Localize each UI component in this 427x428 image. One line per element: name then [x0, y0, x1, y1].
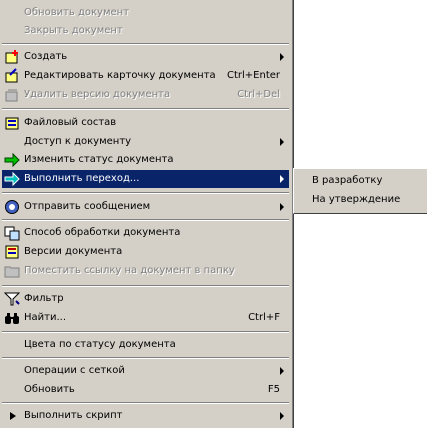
menu-item-label: Способ обработки документа: [24, 227, 181, 238]
folder-link-icon: [4, 266, 20, 278]
menu-item-run-script[interactable]: Выполнить скрипт: [2, 407, 289, 425]
menu-item-find[interactable]: Найти... Ctrl+F: [2, 309, 289, 327]
menu-item-label: Удалить версию документа: [24, 89, 171, 100]
menu-separator: [2, 43, 289, 45]
menu-item-label: Редактировать карточку документа: [24, 70, 216, 81]
transition-submenu: В разработку На утверждение: [293, 168, 427, 214]
delete-version-icon: [5, 89, 18, 102]
menu-item-label: Обновить: [24, 384, 75, 395]
menu-item-label: Фильтр: [24, 293, 64, 304]
menu-item-document-versions[interactable]: Версии документа: [2, 243, 289, 261]
menu-separator: [2, 402, 289, 404]
menu-item-send-message[interactable]: Отправить сообщением: [2, 198, 289, 216]
edit-card-icon: [5, 68, 18, 83]
submenu-arrow-icon: [280, 175, 284, 183]
submenu-arrow-icon: [280, 53, 284, 61]
menu-separator: [2, 285, 289, 287]
menu-item-shortcut: Ctrl+Del: [237, 89, 280, 100]
menu-item-shortcut: Ctrl+F: [248, 312, 280, 323]
menu-item-delete-version: Удалить версию документа Ctrl+Del: [2, 86, 289, 104]
submenu-arrow-icon: [280, 412, 284, 420]
submenu-item-to-development[interactable]: В разработку: [312, 175, 382, 186]
submenu-arrow-icon: [280, 138, 284, 146]
new-document-icon: [5, 50, 18, 64]
menu-separator: [2, 108, 289, 110]
menu-item-label: Поместить ссылку на документ в папку: [24, 265, 235, 276]
versions-icon: [5, 245, 19, 259]
menu-item-label: Доступ к документу: [24, 136, 132, 147]
menu-item-label: Найти...: [24, 312, 67, 323]
menu-item-processing-method[interactable]: Способ обработки документа: [2, 224, 289, 242]
menu-item-label: Выполнить скрипт: [24, 410, 123, 421]
menu-item-status-colors[interactable]: Цвета по статусу документа: [2, 336, 289, 354]
menu-item-close-document: Закрыть документ: [2, 22, 289, 40]
green-arrow-icon: [4, 152, 20, 168]
filter-icon: [4, 292, 20, 306]
menu-separator: [2, 331, 289, 333]
send-message-icon: [5, 200, 19, 214]
submenu-item-to-approval[interactable]: На утверждение: [312, 194, 400, 205]
menu-item-label: Выполнить переход...: [24, 173, 140, 184]
menu-item-label: Цвета по статусу документа: [24, 339, 176, 350]
menu-item-label: Файловый состав: [24, 117, 117, 128]
menu-separator: [2, 357, 289, 359]
context-menu: Обновить документ Закрыть документ Созда…: [0, 0, 294, 428]
menu-item-file-composition[interactable]: Файловый состав: [2, 114, 289, 132]
binoculars-icon: [5, 313, 19, 324]
menu-separator: [2, 219, 289, 221]
menu-item-label: Изменить статус документа: [24, 154, 174, 165]
processing-method-icon: [4, 226, 20, 241]
transition-arrow-icon: [4, 171, 20, 187]
run-script-icon: [10, 412, 16, 420]
menu-item-filter[interactable]: Фильтр: [2, 290, 289, 308]
menu-item-put-link-in-folder: Поместить ссылку на документ в папку: [2, 262, 289, 280]
menu-item-label: Версии документа: [24, 246, 123, 257]
menu-item-refresh[interactable]: Обновить F5: [2, 381, 289, 399]
menu-item-refresh-document: Обновить документ: [2, 4, 289, 22]
file-composition-icon: [5, 117, 19, 130]
menu-item-execute-transition[interactable]: Выполнить переход...: [2, 170, 289, 188]
menu-item-label: Создать: [24, 51, 68, 62]
menu-item-change-status[interactable]: Изменить статус документа: [2, 151, 289, 169]
menu-item-shortcut: F5: [267, 384, 280, 395]
menu-item-create[interactable]: Создать: [2, 48, 289, 66]
menu-item-label: Обновить документ: [24, 7, 130, 18]
submenu-arrow-icon: [280, 367, 284, 375]
menu-item-label: Закрыть документ: [24, 25, 123, 36]
menu-separator: [2, 192, 289, 194]
menu-item-label: Операции с сеткой: [24, 365, 125, 376]
menu-item-shortcut: Ctrl+Enter: [226, 70, 280, 81]
menu-item-grid-operations[interactable]: Операции с сеткой: [2, 362, 289, 380]
menu-item-edit-card[interactable]: Редактировать карточку документа Ctrl+En…: [2, 67, 289, 85]
menu-item-label: Отправить сообщением: [24, 201, 151, 212]
menu-item-document-access[interactable]: Доступ к документу: [2, 133, 289, 151]
submenu-arrow-icon: [280, 203, 284, 211]
